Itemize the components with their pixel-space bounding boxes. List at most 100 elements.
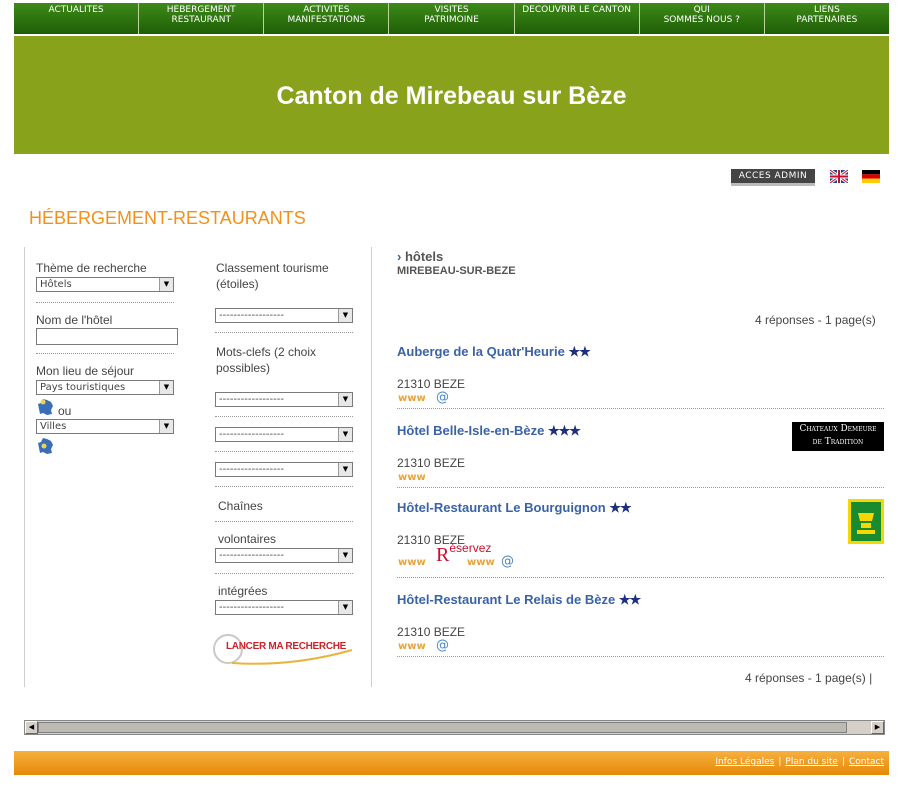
integrated-label: intégrées <box>218 584 268 598</box>
logis-de-france-logo <box>848 499 884 544</box>
separator <box>215 416 353 417</box>
result-separator <box>397 408 884 409</box>
panel-divider <box>371 247 372 687</box>
result-zip: 21310 BEZE <box>397 377 466 391</box>
search-submit-label: LANCER MA RECHERCHE <box>226 641 347 652</box>
result-separator <box>397 577 884 578</box>
hotel-name: Auberge de la Quatr'Heurie <box>397 344 565 359</box>
separator <box>215 486 353 487</box>
france-map-icon[interactable] <box>37 437 55 455</box>
email-icon[interactable]: @ <box>436 638 449 653</box>
site-title: Canton de Mirebeau sur Bèze <box>276 82 627 110</box>
star-rating: ★★★ <box>548 423 581 438</box>
select-value: ------------------ <box>219 310 284 321</box>
result-zip: 21310 BEZE <box>397 456 466 470</box>
ou-label: ou <box>58 404 72 418</box>
result-title[interactable]: Hôtel-Restaurant Le Relais de Bèze ★★ <box>397 592 641 608</box>
separator <box>215 521 353 522</box>
sitemap-link[interactable]: Plan du site <box>785 757 838 767</box>
scroll-right-icon[interactable]: ▶ <box>871 721 884 734</box>
keyword-select-1[interactable]: ------------------ ▼ <box>215 392 353 407</box>
email-icon[interactable]: @ <box>501 554 514 569</box>
page-title: HÉBERGEMENT-RESTAURANTS <box>29 208 306 228</box>
nav-label: ACTUALITES <box>48 5 104 15</box>
result-separator <box>397 487 884 488</box>
separator <box>36 353 174 354</box>
classement-label: Classement tourisme (étoiles) <box>216 261 329 291</box>
hotel-name-label: Nom de l'hôtel <box>36 313 113 327</box>
search-submit-button[interactable]: LANCER MA RECHERCHE <box>212 632 354 666</box>
website-link[interactable]: www <box>398 557 426 568</box>
reservez-r: R <box>436 544 450 566</box>
dropdown-arrow-icon: ▼ <box>159 381 173 394</box>
select-value: ------------------ <box>219 602 284 613</box>
results-count: 4 réponses - 1 page(s) <box>755 313 876 327</box>
dropdown-arrow-icon: ▼ <box>338 309 352 322</box>
nav-label: DECOUVRIR LE CANTON <box>522 5 632 15</box>
results-count-bottom: 4 réponses - 1 page(s) | <box>745 671 873 685</box>
nav-label: QUI SOMMES NOUS ? <box>663 5 740 25</box>
scroll-left-icon[interactable]: ◀ <box>25 721 38 734</box>
keyword-select-2[interactable]: ------------------ ▼ <box>215 427 353 442</box>
classement-select[interactable]: ------------------ ▼ <box>215 308 353 323</box>
footer-links: Infos Légales | Plan du site | Contact <box>715 757 884 767</box>
nav-label: VISITES PATRIMOINE <box>424 5 479 25</box>
keywords-label: Mots-clefs (2 choix possibles) <box>216 345 317 375</box>
results-category: › hôtels <box>397 249 443 264</box>
legal-info-link[interactable]: Infos Légales <box>715 757 774 767</box>
nav-item-actualites[interactable]: ACTUALITES <box>14 3 138 34</box>
france-map-icon[interactable] <box>37 398 55 416</box>
star-rating: ★★ <box>568 344 590 359</box>
scrollbar-thumb[interactable] <box>38 722 847 733</box>
nav-item-liens[interactable]: LIENS PARTENAIRES <box>763 3 889 34</box>
keyword-select-3[interactable]: ------------------ ▼ <box>215 462 353 477</box>
hotel-name: Hôtel-Restaurant Le Relais de Bèze <box>397 592 616 607</box>
theme-select-value: Hôtels <box>40 279 72 290</box>
english-flag-icon[interactable] <box>830 170 848 183</box>
separator <box>215 332 353 333</box>
header-banner: Canton de Mirebeau sur Bèze <box>14 36 889 154</box>
voluntary-label: volontaires <box>218 532 277 546</box>
hotel-name: Hôtel-Restaurant Le Bourguignon <box>397 500 606 515</box>
booking-website-link[interactable]: www <box>467 557 495 568</box>
email-icon[interactable]: @ <box>436 390 449 405</box>
website-link[interactable]: www <box>398 641 426 652</box>
separator <box>36 302 174 303</box>
dropdown-arrow-icon: ▼ <box>338 393 352 406</box>
website-link[interactable]: www <box>398 472 426 483</box>
footer-separator: | <box>778 757 782 767</box>
results-location: MIREBEAU-SUR-BEZE <box>397 265 516 277</box>
logo-line: de Tradition <box>812 437 864 447</box>
select-value: ------------------ <box>219 429 284 440</box>
villes-select-value: Villes <box>40 421 67 432</box>
nav-item-hebergement[interactable]: HEBERGEMENT RESTAURANT <box>138 3 263 34</box>
website-link[interactable]: www <box>398 393 426 404</box>
nav-item-decouvrir[interactable]: DECOUVRIR LE CANTON <box>513 3 639 34</box>
result-title[interactable]: Auberge de la Quatr'Heurie ★★ <box>397 344 591 360</box>
theme-label: Thème de recherche <box>36 261 147 275</box>
nav-label: HEBERGEMENT RESTAURANT <box>166 5 236 25</box>
nav-item-qui-sommes-nous[interactable]: QUI SOMMES NOUS ? <box>638 3 764 34</box>
admin-access-button[interactable]: ACCES ADMIN <box>731 169 815 186</box>
stay-label: Mon lieu de séjour <box>36 364 135 378</box>
villes-select[interactable]: Villes ▼ <box>36 419 174 434</box>
star-rating: ★★ <box>618 592 641 607</box>
nav-item-activites[interactable]: ACTIVITES MANIFESTATIONS <box>263 3 388 34</box>
nav-item-visites[interactable]: VISITES PATRIMOINE <box>388 3 513 34</box>
reservez-text: éservez <box>449 541 492 555</box>
result-title[interactable]: Hôtel-Restaurant Le Bourguignon ★★ <box>397 500 632 516</box>
pays-select[interactable]: Pays touristiques ▼ <box>36 380 174 395</box>
pays-select-value: Pays touristiques <box>40 382 126 393</box>
result-title[interactable]: Hôtel Belle-Isle-en-Bèze ★★★ <box>397 423 581 439</box>
panel-divider <box>24 247 25 687</box>
dropdown-arrow-icon: ▼ <box>338 463 352 476</box>
german-flag-icon[interactable] <box>862 170 880 183</box>
hotel-name-input[interactable] <box>36 328 178 345</box>
footer-bar: Infos Légales | Plan du site | Contact <box>14 751 889 775</box>
main-nav: ACTUALITES HEBERGEMENT RESTAURANT ACTIVI… <box>14 3 889 34</box>
contact-link[interactable]: Contact <box>849 757 884 767</box>
integrated-chain-select[interactable]: ------------------ ▼ <box>215 600 353 615</box>
voluntary-chain-select[interactable]: ------------------ ▼ <box>215 548 353 563</box>
theme-select[interactable]: Hôtels ▼ <box>36 277 174 292</box>
footer-separator: | <box>841 757 845 767</box>
